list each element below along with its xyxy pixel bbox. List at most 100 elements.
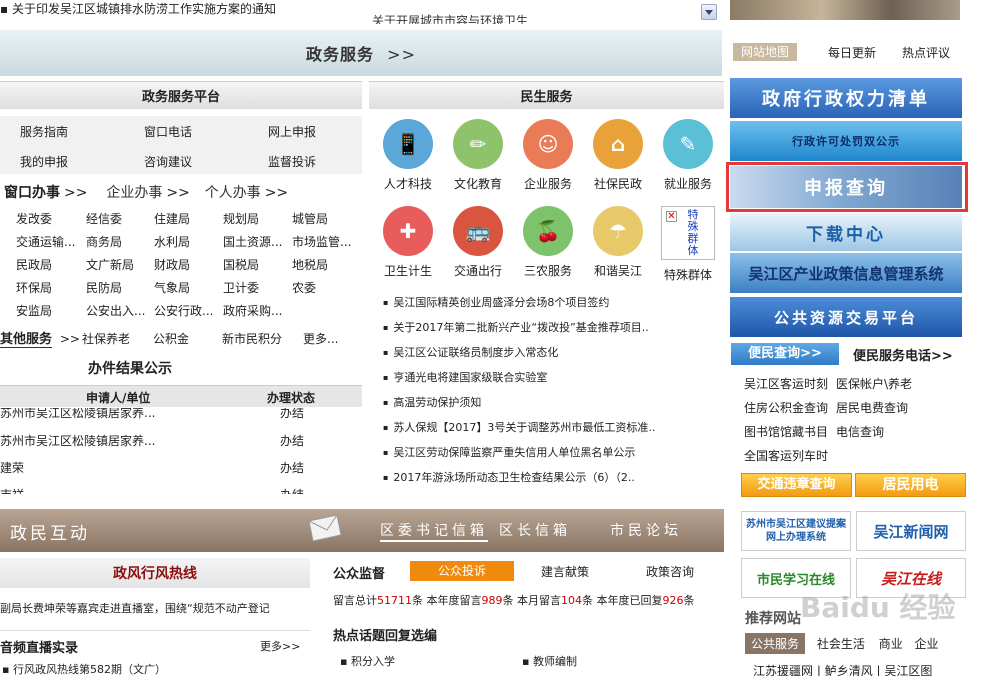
wujiang-news-logo[interactable]: 吴江新闻网 [856, 511, 966, 551]
query-link[interactable]: 吴江区客运时刻 [744, 375, 828, 392]
hot-review-link[interactable]: 热点评议 [902, 44, 950, 61]
dept-link[interactable]: 地税局 [292, 256, 328, 273]
dept-link[interactable]: 国税局 [223, 256, 259, 273]
dept-link[interactable]: 农委 [292, 279, 316, 296]
news-item[interactable]: 高温劳动保护须知 [383, 394, 481, 410]
proposal-system-logo[interactable]: 苏州市吴江区建议提案网上办理系统 [741, 511, 851, 551]
hotline-news[interactable]: 副局长费坤荣等嘉宾走进直播室，围绕“规范不动产登记 [0, 600, 310, 616]
convenience-query-tab[interactable]: 便民查询>> [731, 343, 839, 365]
query-link[interactable]: 住房公积金查询 [744, 399, 828, 416]
news-item[interactable]: 2017年游泳场所动态卫生检查结果公示（6）（2.. [383, 469, 634, 485]
top-photo-image [730, 0, 960, 20]
broken-image-icon: ✕ [666, 211, 677, 222]
daily-update-link[interactable]: 每日更新 [828, 44, 876, 61]
notice-link-2[interactable]: 关于开展城市市容与环境卫生 [372, 12, 528, 24]
tab-public-complaint[interactable]: 公众投诉 [410, 561, 514, 581]
dept-link[interactable]: 国土资源... [223, 233, 282, 250]
audio-more-link[interactable]: 更多>> [260, 638, 300, 654]
more-link[interactable]: 更多... [303, 330, 338, 347]
tab-citizen-forum[interactable]: 市民论坛 [610, 520, 682, 540]
news-item[interactable]: 关于2017年第二批新兴产业“拨改投”基金推荐项目.. [383, 319, 648, 335]
site-link[interactable]: 鲈乡清风 [825, 664, 873, 676]
news-item[interactable]: 苏人保规【2017】3号关于调整苏州市最低工资标准.. [383, 419, 655, 435]
dept-link[interactable]: 公安行政... [154, 302, 213, 319]
service-label: 卫生计生 [383, 264, 432, 278]
service-health[interactable]: ✚ 卫生计生 [378, 206, 438, 279]
industry-policy-banner[interactable]: 吴江区产业政策信息管理系统 [730, 253, 962, 293]
site-link[interactable]: 吴江区图 [884, 664, 932, 676]
service-employment[interactable]: ✎ 就业服务 [658, 119, 718, 192]
culture-icon: ✏ [453, 119, 503, 169]
service-traffic[interactable]: 🚌 交通出行 [448, 206, 508, 279]
traffic-violation-button[interactable]: 交通违章查询 [741, 473, 852, 497]
service-label: 企业服务 [523, 177, 572, 191]
other-link[interactable]: 新市民积分 [222, 330, 282, 347]
dual-publicity-banner[interactable]: 行政许可处罚双公示 [730, 121, 962, 161]
news-item[interactable]: 亨通光电将建国家级联合实验室 [383, 369, 547, 385]
query-link[interactable]: 居民电费查询 [836, 399, 908, 416]
query-link[interactable]: 全国客运列车时 [744, 447, 828, 464]
query-link[interactable]: 图书馆馆藏书目 [744, 423, 828, 440]
tab-suggestions[interactable]: 建言献策 [541, 563, 589, 580]
dept-link[interactable]: 环保局 [16, 279, 52, 296]
service-farm[interactable]: 🍒 三农服务 [518, 206, 578, 279]
watermark-logo: Baidu 经验 [800, 591, 956, 624]
residential-power-button[interactable]: 居民用电 [855, 473, 966, 497]
service-special[interactable]: ✕ 特殊群体 特殊群体 [658, 206, 718, 283]
news-item[interactable]: 吴江区公证联络员制度步入常态化 [383, 344, 558, 360]
query-link[interactable]: 医保帐户\养老 [836, 375, 912, 392]
news-item[interactable]: 吴江国际精英创业周盛泽分会场8个项目签约 [383, 294, 609, 310]
dept-link[interactable]: 文广新局 [86, 256, 134, 273]
dept-link[interactable]: 政府采购... [223, 302, 282, 319]
audio-item-link[interactable]: ▪ 行风政风热线第582期（文广） [2, 661, 166, 676]
tab-business[interactable]: 商业 [879, 637, 903, 651]
tab-secretary-mailbox[interactable]: 区委书记信箱 [380, 520, 488, 542]
dept-link[interactable]: 经信委 [86, 210, 122, 227]
dept-link[interactable]: 发改委 [16, 210, 52, 227]
dept-link[interactable]: 民政局 [16, 256, 52, 273]
other-link[interactable]: 公积金 [153, 330, 189, 347]
dept-link[interactable]: 规划局 [223, 210, 259, 227]
dept-link[interactable]: 安监局 [16, 302, 52, 319]
service-culture[interactable]: ✏ 文化教育 [448, 119, 508, 192]
scroll-down-button[interactable] [701, 4, 717, 20]
dept-link[interactable]: 市场监管... [292, 233, 351, 250]
employment-icon: ✎ [663, 119, 713, 169]
sitemap-link[interactable]: 网站地图 [733, 43, 797, 61]
service-harmony[interactable]: ☂ 和谐吴江 [588, 206, 648, 279]
other-link[interactable]: 社保养老 [82, 330, 130, 347]
site-link[interactable]: 江苏援疆网 [753, 664, 813, 676]
department-grid: 发改委 经信委 住建局 规划局 城管局 交通运输... 商务局 水利局 国土资源… [0, 0, 362, 330]
convenience-phone-tab[interactable]: 便民服务电话>> [853, 345, 953, 364]
hot-topic-link[interactable]: ▪ 积分入学 [340, 653, 395, 669]
hot-topic-link[interactable]: ▪ 教师编制 [522, 653, 577, 669]
dept-link[interactable]: 财政局 [154, 256, 190, 273]
dept-link[interactable]: 城管局 [292, 210, 328, 227]
download-center-banner[interactable]: 下载中心 [730, 213, 962, 251]
stats-label: 条 本年度已回复 [582, 594, 663, 607]
tab-mayor-mailbox[interactable]: 区长信箱 [499, 520, 571, 540]
stats-replied: 926 [662, 594, 684, 607]
query-link[interactable]: 电信查询 [836, 423, 884, 440]
news-item[interactable]: 吴江区劳动保障监察严重失信用人单位黑名单公示 [383, 444, 635, 460]
tab-policy-consult[interactable]: 政策咨询 [646, 563, 694, 580]
dept-link[interactable]: 住建局 [154, 210, 190, 227]
hot-topics-title: 热点话题回复选编 [333, 629, 438, 644]
tab-enterprise-sites[interactable]: 企业 [915, 637, 939, 651]
dept-link[interactable]: 卫计委 [223, 279, 259, 296]
dept-link[interactable]: 公安出入... [86, 302, 145, 319]
dept-link[interactable]: 交通运输... [16, 233, 75, 250]
tab-social-life[interactable]: 社会生活 [817, 637, 865, 651]
dept-link[interactable]: 水利局 [154, 233, 190, 250]
dept-link[interactable]: 商务局 [86, 233, 122, 250]
service-social[interactable]: ⌂ 社保民政 [588, 119, 648, 192]
power-list-banner[interactable]: 政府行政权力清单 [730, 78, 962, 118]
interaction-bar: 政民互动 区委书记信箱 区长信箱 市民论坛 [0, 509, 724, 552]
public-resources-banner[interactable]: 公共资源交易平台 [730, 297, 962, 337]
service-enterprise[interactable]: ☺ 企业服务 [518, 119, 578, 192]
tab-public-service[interactable]: 公共服务 [745, 633, 806, 654]
dept-link[interactable]: 气象局 [154, 279, 190, 296]
service-talent[interactable]: 📱 人才科技 [378, 119, 438, 192]
dept-link[interactable]: 民防局 [86, 279, 122, 296]
recommend-tabs: 公共服务 社会生活 商业 企业 [745, 633, 965, 655]
